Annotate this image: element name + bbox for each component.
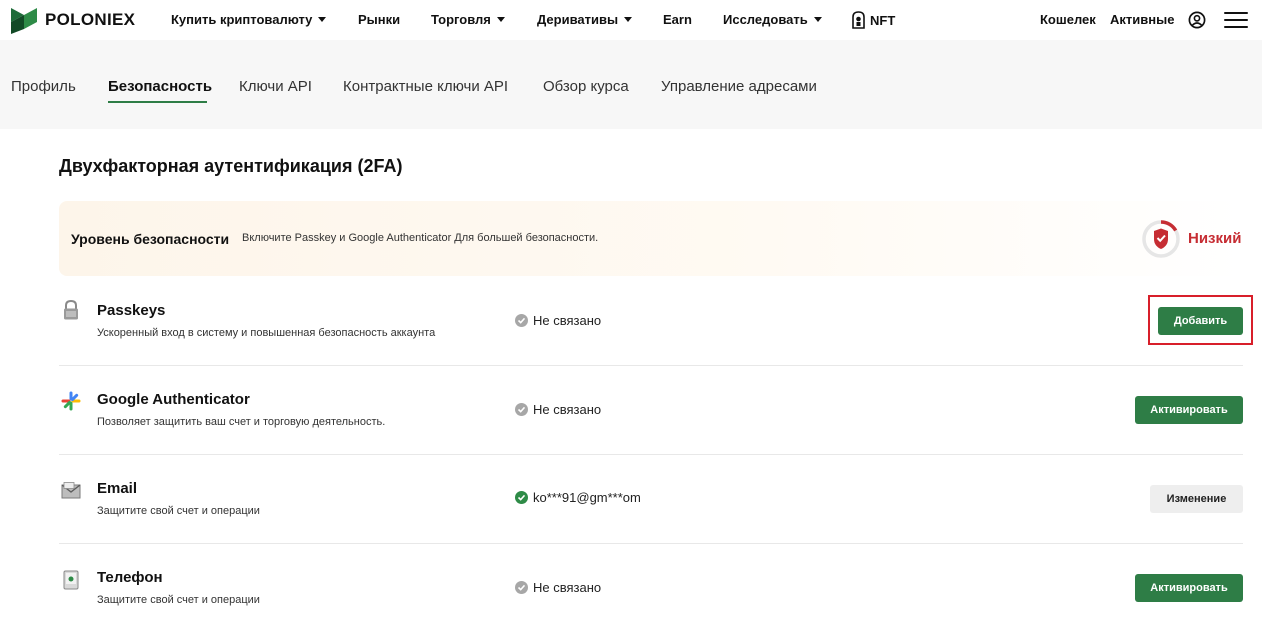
method-status: ko***91@gm***om (515, 490, 641, 505)
lock-icon (64, 299, 78, 320)
nav-assets[interactable]: Активные (1110, 12, 1174, 27)
tab-contract-api-keys[interactable]: Контрактные ключи API (343, 78, 508, 95)
method-status-text: Не связано (533, 402, 602, 417)
nav-trade[interactable]: Торговля (431, 12, 505, 27)
security-level-label: Уровень безопасности (71, 231, 230, 247)
method-status: Не связано (515, 580, 601, 595)
top-navigation: POLONIEX Купить криптовалюту Рынки Торго… (0, 0, 1262, 40)
chevron-down-icon (318, 17, 327, 22)
method-status: Не связано (515, 313, 601, 328)
chevron-down-icon (624, 17, 633, 22)
tab-profile[interactable]: Профиль (11, 78, 76, 95)
nav-derivatives-label: Деривативы (537, 12, 619, 27)
nav-earn[interactable]: Earn (663, 12, 692, 27)
method-title: Телефон (97, 569, 163, 586)
security-level-status: Низкий (1188, 230, 1242, 247)
hamburger-line (1224, 12, 1248, 14)
method-description: Защитите свой счет и операции (97, 594, 260, 606)
change-email-button[interactable]: Изменение (1150, 485, 1243, 513)
security-level-hint: Включите Passkey и Google Authenticator … (242, 232, 599, 244)
tab-security[interactable]: Безопасность (108, 78, 212, 95)
method-description: Позволяет защитить ваш счет и торговую д… (97, 416, 386, 428)
envelope-icon (61, 482, 81, 499)
activate-phone-button[interactable]: Активировать (1135, 574, 1243, 602)
nav-nft-label: NFT (870, 12, 896, 28)
hamburger-line (1224, 19, 1248, 21)
nav-earn-label: Earn (663, 12, 692, 27)
nav-markets-label: Рынки (358, 12, 401, 27)
check-circle-icon (515, 314, 528, 327)
method-status-text: ko***91@gm***om (533, 490, 641, 505)
check-circle-icon (515, 581, 528, 594)
nft-icon (852, 11, 865, 29)
poloniex-logo-icon (11, 8, 37, 34)
nav-explore-label: Исследовать (723, 12, 808, 27)
hamburger-line (1224, 26, 1248, 28)
check-circle-icon (515, 403, 528, 416)
check-circle-icon (515, 491, 528, 504)
shield-gauge-icon (1142, 220, 1180, 258)
tab-rate-overview[interactable]: Обзор курса (543, 78, 629, 95)
security-level-card: Уровень безопасности Включите Passkey и … (59, 201, 1243, 276)
method-description: Ускоренный вход в систему и повышенная б… (97, 327, 436, 339)
method-status-text: Не связано (533, 313, 602, 328)
page-title: Двухфакторная аутентификация (2FA) (59, 156, 403, 176)
nav-explore[interactable]: Исследовать (723, 12, 822, 27)
nav-trade-label: Торговля (431, 12, 491, 27)
method-row-phone: Телефон Защитите свой счет и операции Не… (59, 544, 1243, 628)
method-status-text: Не связано (533, 580, 602, 595)
tab-address-management[interactable]: Управление адресами (661, 78, 817, 95)
method-row-google-authenticator: Google Authenticator Позволяет защитить … (59, 366, 1243, 455)
nav-markets[interactable]: Рынки (358, 12, 400, 27)
user-circle-icon[interactable] (1188, 11, 1206, 29)
nav-nft[interactable]: NFT (851, 11, 895, 29)
method-title: Google Authenticator (97, 391, 250, 408)
tab-api-keys[interactable]: Ключи API (239, 78, 312, 95)
nav-buy-crypto[interactable]: Купить криптовалюту (171, 12, 327, 27)
google-authenticator-icon (61, 391, 81, 411)
method-row-passkeys: Passkeys Ускоренный вход в систему и пов… (59, 277, 1243, 366)
chevron-down-icon (813, 17, 822, 22)
activate-google-authenticator-button[interactable]: Активировать (1135, 396, 1243, 424)
brand-name: POLONIEX (45, 10, 136, 29)
method-title: Email (97, 480, 138, 497)
method-description: Защитите свой счет и операции (97, 505, 260, 517)
method-row-email: Email Защитите свой счет и операции ko**… (59, 455, 1243, 544)
nav-wallet[interactable]: Кошелек (1040, 12, 1096, 27)
method-title: Passkeys (97, 302, 166, 319)
highlight-box (1148, 295, 1253, 345)
poloniex-logo[interactable]: POLONIEX (11, 6, 135, 34)
nav-buy-crypto-label: Купить криптовалюту (171, 12, 313, 27)
chevron-down-icon (496, 17, 505, 22)
active-tab-indicator (108, 101, 207, 103)
nav-derivatives[interactable]: Деривативы (537, 12, 633, 27)
method-status: Не связано (515, 402, 601, 417)
account-tabs: Профиль Безопасность Ключи API Контрактн… (0, 40, 1262, 129)
hamburger-menu-icon[interactable] (1224, 12, 1248, 28)
phone-icon (63, 570, 79, 590)
